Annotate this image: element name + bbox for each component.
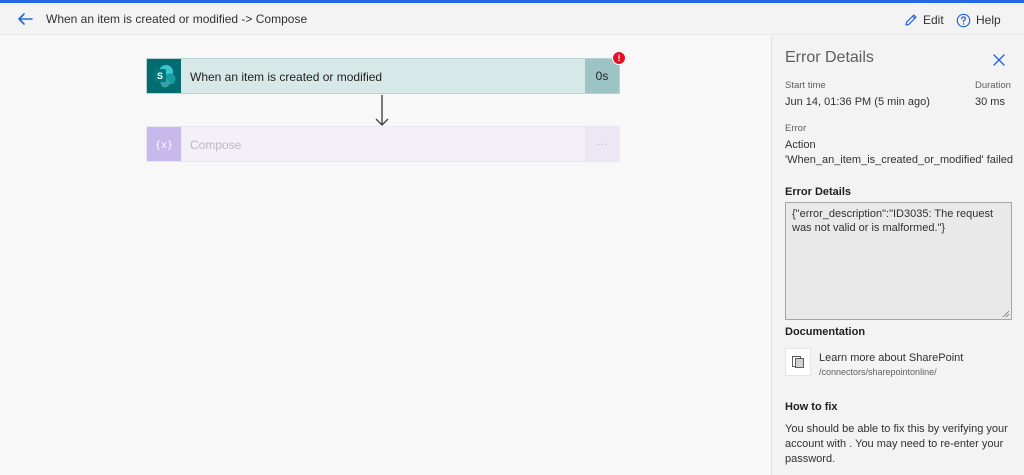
arrow-down-icon [375, 95, 389, 126]
how-to-fix-text: You should be able to fix this by verify… [785, 423, 1008, 465]
trigger-duration: 0s [585, 59, 619, 93]
error-action-text: Action [785, 139, 816, 151]
error-details-panel: Error Details Start time Duration Jun 14… [771, 36, 1024, 475]
flow-title: When an item is created or modified -> C… [46, 12, 308, 26]
arrow-left-icon [18, 13, 33, 25]
close-button[interactable] [991, 52, 1007, 68]
pencil-icon [905, 14, 917, 26]
document-icon [785, 348, 811, 376]
doc-url-text: /connectors/sharepointonline/ [819, 367, 937, 377]
edit-button[interactable]: Edit [904, 10, 944, 30]
duration-label: Duration [975, 80, 1011, 91]
help-circle-icon [956, 13, 971, 27]
how-to-fix-heading: How to fix [785, 401, 838, 413]
compose-card[interactable]: {x} Compose ··· [146, 126, 620, 162]
header-bar: When an item is created or modified -> C… [0, 3, 1024, 35]
duration-value: 30 ms [975, 96, 1005, 108]
svg-text:S: S [157, 71, 163, 81]
sharepoint-doc-link[interactable]: Learn more about SharePoint [819, 352, 963, 364]
trigger-card-label: When an item is created or modified [190, 70, 383, 84]
back-button[interactable] [14, 8, 36, 30]
error-badge-icon: ! [612, 51, 626, 65]
compose-status: ··· [585, 127, 619, 161]
error-label: Error [785, 123, 807, 134]
close-icon [993, 54, 1005, 66]
documentation-heading: Documentation [785, 326, 866, 338]
panel-title: Error Details [785, 49, 874, 66]
start-time-value: Jun 14, 01:36 PM (5 min ago) [785, 96, 930, 108]
error-details-textbox[interactable]: {"error_description":"ID3035: The reques… [785, 202, 1012, 320]
flow-canvas: S When an item is created or modified 0s… [0, 36, 771, 475]
error-details-heading: Error Details [785, 186, 852, 198]
trigger-card[interactable]: S When an item is created or modified 0s [146, 58, 620, 94]
error-details-text: {"error_description":"ID3035: The reques… [792, 208, 994, 234]
sharepoint-icon: S [147, 59, 181, 93]
edit-label: Edit [923, 13, 944, 27]
compose-card-label: Compose [190, 138, 242, 152]
error-action-failed: 'When_an_item_is_created_or_modified' fa… [785, 154, 1014, 166]
help-label: Help [976, 13, 1001, 27]
svg-text:{x}: {x} [155, 140, 173, 151]
help-button[interactable]: Help [956, 10, 1001, 30]
resize-grip-icon[interactable] [1002, 310, 1010, 318]
start-time-label: Start time [785, 80, 826, 91]
compose-braces-icon: {x} [147, 127, 181, 161]
